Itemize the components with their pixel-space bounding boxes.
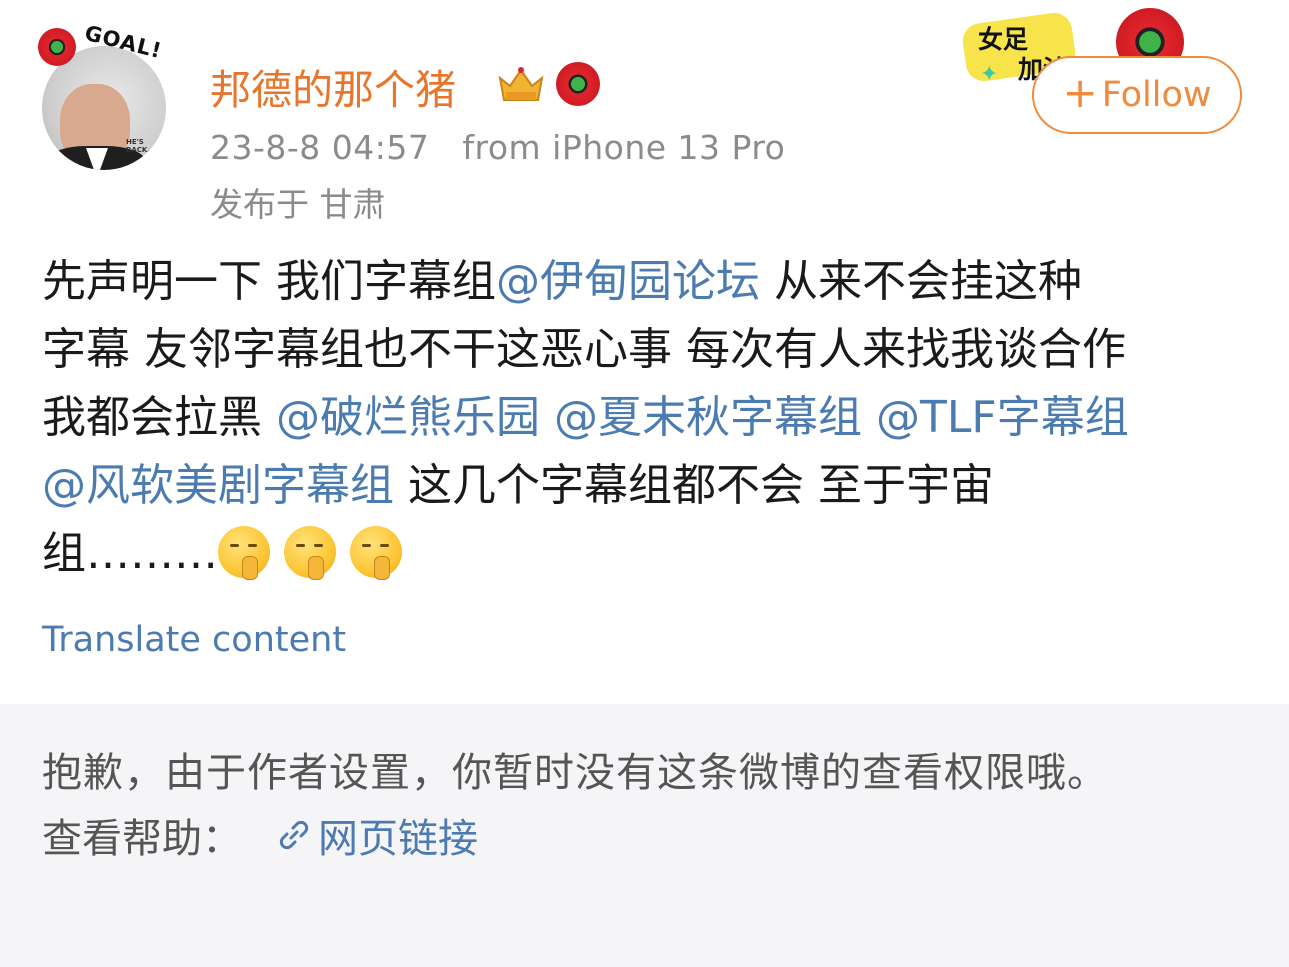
mention-link[interactable]: @风软美剧字幕组 <box>42 460 394 511</box>
post-line: 我都会拉黑 @破烂熊乐园 @夏末秋字幕组 @TLF字幕组 <box>42 384 1252 452</box>
poppy-badge-icon <box>556 62 600 106</box>
shush-face-emoji <box>284 526 336 580</box>
post-line: 组……… <box>42 520 1252 588</box>
link-icon <box>279 820 309 850</box>
web-link-label: 网页链接 <box>318 816 478 862</box>
post-content: 先声明一下 我们字幕组@伊甸园论坛 从来不会挂这种字幕 友邻字幕组也不干这恶心事… <box>42 248 1252 588</box>
post-text: 字幕 友邻字幕组也不干这恶心事 每次有人来找我谈合作 <box>42 324 1126 375</box>
post-text: 我都会拉黑 <box>42 392 276 443</box>
mention-link[interactable]: @破烂熊乐园 <box>276 392 540 443</box>
help-label: 查看帮助： <box>42 816 242 862</box>
post-text <box>540 392 554 443</box>
avatar[interactable]: HE'S BACK. GOAL! <box>38 21 173 171</box>
post-text: 这几个字幕组都不会 至于宇宙 <box>394 460 994 511</box>
post-text <box>862 392 876 443</box>
post-text: 先声明一下 我们字幕组 <box>42 256 496 307</box>
follow-label: Follow <box>1101 75 1212 115</box>
shush-face-emoji <box>350 526 402 580</box>
post-meta: 23-8-8 04:57 from iPhone 13 Pro <box>210 128 785 167</box>
mention-link[interactable]: @伊甸园论坛 <box>496 256 760 307</box>
notice-message: 抱歉，由于作者设置，你暂时没有这条微博的查看权限哦。 <box>42 750 1108 796</box>
post-line: 字幕 友邻字幕组也不干这恶心事 每次有人来找我谈合作 <box>42 316 1252 384</box>
permission-notice: 抱歉，由于作者设置，你暂时没有这条微博的查看权限哦。 查看帮助： 网页链接 <box>0 704 1289 967</box>
avatar-caption: HE'S BACK. <box>126 138 150 154</box>
poppy-icon <box>38 28 76 66</box>
web-link[interactable]: 网页链接 <box>276 806 478 864</box>
mention-link[interactable]: @TLF字幕组 <box>876 392 1129 443</box>
post-text: 从来不会挂这种 <box>760 256 1082 307</box>
post-location: 发布于 甘肃 <box>210 185 386 224</box>
follow-button[interactable]: + Follow <box>1032 56 1242 134</box>
post-source: from iPhone 13 Pro <box>462 128 786 167</box>
post-line: 先声明一下 我们字幕组@伊甸园论坛 从来不会挂这种 <box>42 248 1252 316</box>
mention-link[interactable]: @夏末秋字幕组 <box>554 392 862 443</box>
post-text: 组……… <box>42 528 218 579</box>
plus-icon: + <box>1062 68 1098 117</box>
post-line: @风软美剧字幕组 这几个字幕组都不会 至于宇宙 <box>42 452 1252 520</box>
post-time: 23-8-8 04:57 <box>210 128 430 167</box>
shush-face-emoji <box>218 526 270 580</box>
username[interactable]: 邦德的那个猪 <box>210 56 456 116</box>
crown-badge-icon[interactable] <box>496 64 546 104</box>
translate-content-link[interactable]: Translate content <box>42 620 346 660</box>
star-icon: ✦ <box>980 62 999 87</box>
